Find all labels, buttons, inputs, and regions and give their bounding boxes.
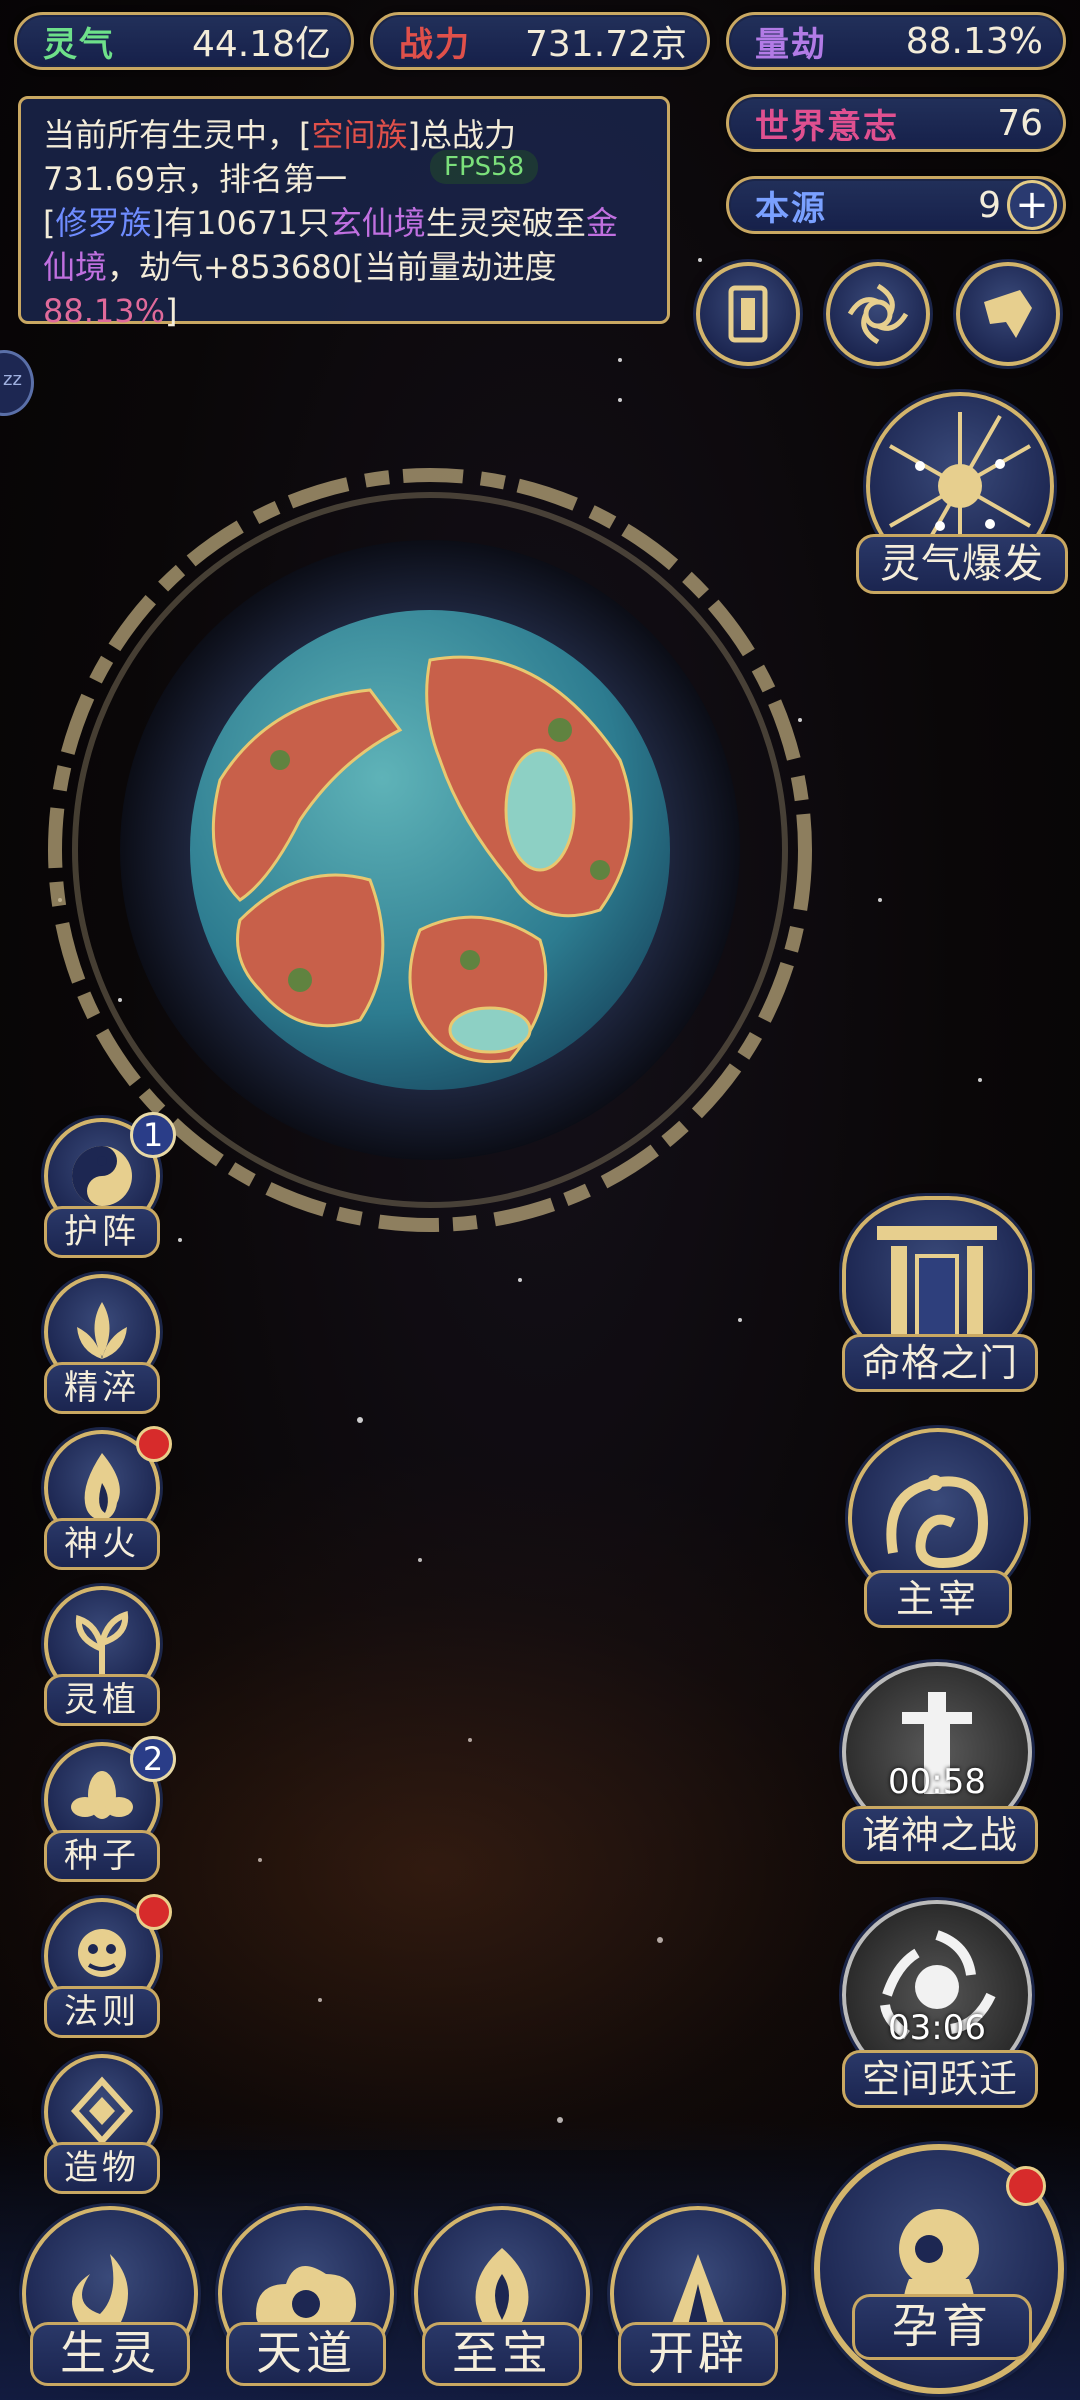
message-line-3: [修罗族]有10671只玄仙境生灵突破至金 (43, 201, 645, 245)
message-text: 当前所有生灵中，[ (43, 116, 312, 154)
space-jump-timer: 03:06 (888, 2008, 986, 2048)
liangjie-stat[interactable]: 量劫 88.13% (726, 12, 1066, 70)
message-line-1: 当前所有生灵中，[空间族]总战力 (43, 113, 645, 157)
left-button-label: 灵植 (44, 1674, 160, 1726)
message-text: 生灵突破至 (425, 204, 586, 242)
card-icon (728, 285, 768, 343)
bottom-nav-label: 天道 (226, 2322, 386, 2386)
star (618, 398, 622, 402)
message-line-4: 仙境，劫气+853680[当前量劫进度 (43, 245, 645, 289)
message-text: ]总战力 (407, 116, 517, 154)
star (518, 1278, 522, 1282)
side-tab-label: zz (3, 369, 22, 390)
notification-dot (136, 1426, 172, 1462)
count-badge: 2 (130, 1736, 176, 1782)
side-tab[interactable]: zz (0, 350, 34, 416)
benyuan-label: 本源 (755, 188, 827, 229)
right-button-label: 空间跃迁 (842, 2050, 1038, 2108)
star (357, 1417, 363, 1423)
message-text: ]有10671只 (151, 204, 330, 242)
zhanli-value: 731.72京 (525, 24, 687, 65)
right-button-label: 命格之门 (842, 1334, 1038, 1392)
left-button-label: 种子 (44, 1830, 160, 1882)
star (978, 1078, 982, 1082)
vortex-button[interactable] (826, 262, 930, 366)
benyuan-value: 9 (978, 184, 1001, 226)
message-line-2: 731.69京，排名第一 (43, 160, 347, 198)
zhanli-label: 战力 (399, 24, 471, 65)
left-button-label: 护阵 (44, 1206, 160, 1258)
progress-highlight: 88.13% (43, 292, 166, 330)
left-button-label: 神火 (44, 1518, 160, 1570)
shijie-yizhi-value: 76 (997, 102, 1043, 144)
star (878, 898, 882, 902)
liangjie-label: 量劫 (755, 24, 827, 65)
realm-highlight: 金 (585, 204, 618, 242)
race-highlight: 空间族 (311, 116, 408, 154)
left-button-label: 精淬 (44, 1362, 160, 1414)
message-line-5: 88.13%] (43, 289, 645, 333)
bottom-nav-label: 生灵 (30, 2322, 190, 2386)
benyuan-right: 9 + (978, 180, 1057, 230)
left-button-label: 法则 (44, 1986, 160, 2038)
card-button[interactable] (696, 262, 800, 366)
yunyu-notification-dot (1006, 2166, 1046, 2206)
message-text: [ (43, 204, 56, 242)
shijie-yizhi-stat[interactable]: 世界意志 76 (726, 94, 1066, 152)
dragon-icon (886, 1475, 989, 1569)
bottom-nav-label: 至宝 (422, 2322, 582, 2386)
bottom-nav-label: 开辟 (618, 2322, 778, 2386)
add-benyuan-button[interactable]: + (1007, 180, 1057, 230)
lingqi-burst-label: 灵气爆发 (856, 534, 1068, 594)
liangjie-value: 88.13% (905, 20, 1043, 62)
left-button-label: 造物 (44, 2142, 160, 2194)
scroll-icon (984, 290, 1032, 338)
star (738, 1318, 742, 1322)
fps-counter: FPS58 (430, 150, 539, 184)
star (618, 358, 622, 362)
message-text: ，劫气+853680[当前量劫进度 (107, 248, 557, 286)
zhanli-stat[interactable]: 战力 731.72京 (370, 12, 710, 70)
right-button-label: 主宰 (864, 1570, 1012, 1628)
gate-icon (877, 1226, 997, 1338)
scroll-button[interactable] (956, 262, 1060, 366)
vortex-icon (847, 283, 909, 345)
lingqi-stat[interactable]: 灵气 44.18亿 (14, 12, 354, 70)
race-highlight: 修罗族 (55, 204, 152, 242)
yunyu-label: 孕育 (852, 2294, 1032, 2360)
star (698, 258, 702, 262)
lingqi-label: 灵气 (43, 24, 115, 65)
notification-dot (136, 1894, 172, 1930)
lingqi-value: 44.18亿 (191, 24, 331, 65)
realm-highlight: 仙境 (43, 248, 108, 286)
count-badge: 1 (130, 1112, 176, 1158)
right-button-label: 诸神之战 (842, 1806, 1038, 1864)
zhushen-timer: 00:58 (888, 1762, 986, 1802)
benyuan-stat[interactable]: 本源 9 + (726, 176, 1066, 234)
world-message-panel: 当前所有生灵中，[空间族]总战力 731.69京，排名第一 [修罗族]有1067… (18, 96, 670, 330)
shijie-yizhi-label: 世界意志 (755, 106, 899, 147)
realm-highlight: 玄仙境 (329, 204, 426, 242)
message-text: ] (165, 292, 178, 330)
